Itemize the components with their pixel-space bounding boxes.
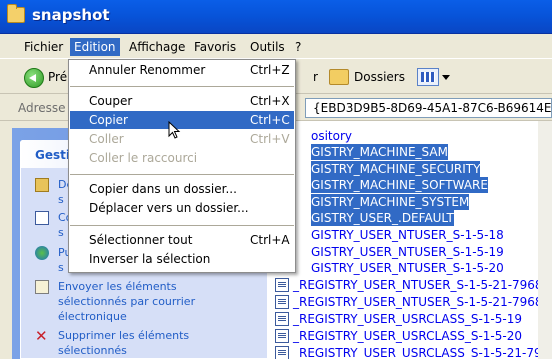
file-icon: [275, 278, 289, 292]
menu-separator: [70, 174, 294, 175]
list-item[interactable]: GISTRY_MACHINE_SYSTEM: [311, 194, 470, 210]
list-item[interactable]: _REGISTRY_USER_NTUSER_S-1-5-21-79684: [293, 294, 550, 310]
file-icon: [275, 312, 289, 326]
menu-outils[interactable]: Outils: [246, 38, 289, 56]
menu-item-cut[interactable]: Couper Ctrl+X: [70, 92, 294, 110]
views-icon[interactable]: [417, 68, 439, 86]
move-folder-icon: [35, 178, 49, 192]
list-item[interactable]: GISTRY_MACHINE_SOFTWARE: [311, 177, 488, 193]
copy-icon: [35, 211, 49, 225]
task-panel-title: Gesti: [35, 148, 70, 162]
email-icon: [35, 280, 49, 294]
menu-separator: [70, 225, 294, 226]
list-item[interactable]: GISTRY_USER_NTUSER_S-1-5-18: [311, 227, 504, 243]
list-item[interactable]: _REGISTRY_USER_USRCLASS_S-1-5-21-79684: [293, 345, 552, 359]
menu-fichier[interactable]: Fichier: [20, 38, 67, 56]
list-item[interactable]: GISTRY_MACHINE_SAM: [311, 144, 448, 160]
menu-bar: Fichier Edition Affichage Favoris Outils…: [0, 35, 552, 59]
scrollbar[interactable]: [538, 121, 552, 359]
menu-edition[interactable]: Edition: [70, 38, 120, 56]
globe-icon: [35, 246, 49, 260]
list-item[interactable]: _REGISTRY_USER_NTUSER_S-1-5-21-79684: [293, 277, 550, 293]
list-item[interactable]: GISTRY_MACHINE_SECURITY: [311, 161, 481, 177]
delete-icon: ✕: [35, 327, 48, 345]
list-item[interactable]: GISTRY_USER_.DEFAULT: [311, 210, 454, 226]
mouse-cursor-icon: [168, 121, 181, 139]
menu-item-copy-to-folder[interactable]: Copier dans un dossier...: [70, 180, 294, 198]
task-email[interactable]: Envoyer les éléments sélectionnés par cou…: [58, 279, 195, 324]
chevron-down-icon[interactable]: [442, 75, 450, 80]
explorer-window: snapshot Fichier Edition Affichage Favor…: [0, 0, 552, 359]
menu-affichage[interactable]: Affichage: [125, 38, 189, 56]
menu-help[interactable]: ?: [291, 38, 305, 56]
list-item[interactable]: ository: [311, 128, 352, 144]
folder-icon: [7, 4, 25, 23]
menu-favoris[interactable]: Favoris: [190, 38, 240, 56]
address-value: {EBD3D9B5-8D69-45A1-87C6-B69614EF: [313, 101, 552, 115]
list-item[interactable]: _REGISTRY_USER_USRCLASS_S-1-5-19: [293, 311, 522, 327]
menu-item-paste: Coller Ctrl+V: [89, 132, 290, 146]
menu-item-copy[interactable]: Copier Ctrl+C: [70, 111, 294, 129]
task-delete[interactable]: Supprimer les éléments sélectionnés: [58, 328, 189, 358]
list-item[interactable]: _REGISTRY_USER_USRCLASS_S-1-5-20: [293, 328, 522, 344]
menu-item-move-to-folder[interactable]: Déplacer vers un dossier...: [70, 199, 294, 217]
list-item[interactable]: GISTRY_USER_NTUSER_S-1-5-19: [311, 244, 504, 260]
folders-icon[interactable]: [329, 69, 349, 85]
menu-separator: [70, 86, 294, 87]
window-title: snapshot: [32, 6, 110, 24]
folders-button[interactable]: Dossiers: [354, 70, 405, 84]
file-icon: [275, 329, 289, 343]
toolbar-fragment: r: [313, 70, 318, 84]
file-icon: [275, 346, 289, 359]
back-button-label[interactable]: Pré: [48, 70, 67, 84]
title-bar[interactable]: snapshot: [0, 0, 552, 34]
address-label: Adresse: [18, 101, 66, 115]
menu-item-invert-selection[interactable]: Inverser la sélection: [70, 250, 294, 268]
menu-item-paste-shortcut: Coller le raccourci: [89, 151, 198, 165]
back-arrow-icon[interactable]: [24, 68, 44, 88]
list-item[interactable]: GISTRY_USER_NTUSER_S-1-5-20: [311, 260, 504, 276]
menu-item-select-all[interactable]: Sélectionner tout Ctrl+A: [70, 231, 294, 249]
file-icon: [275, 295, 289, 309]
menu-item-undo-rename[interactable]: Annuler Renommer Ctrl+Z: [70, 61, 294, 79]
